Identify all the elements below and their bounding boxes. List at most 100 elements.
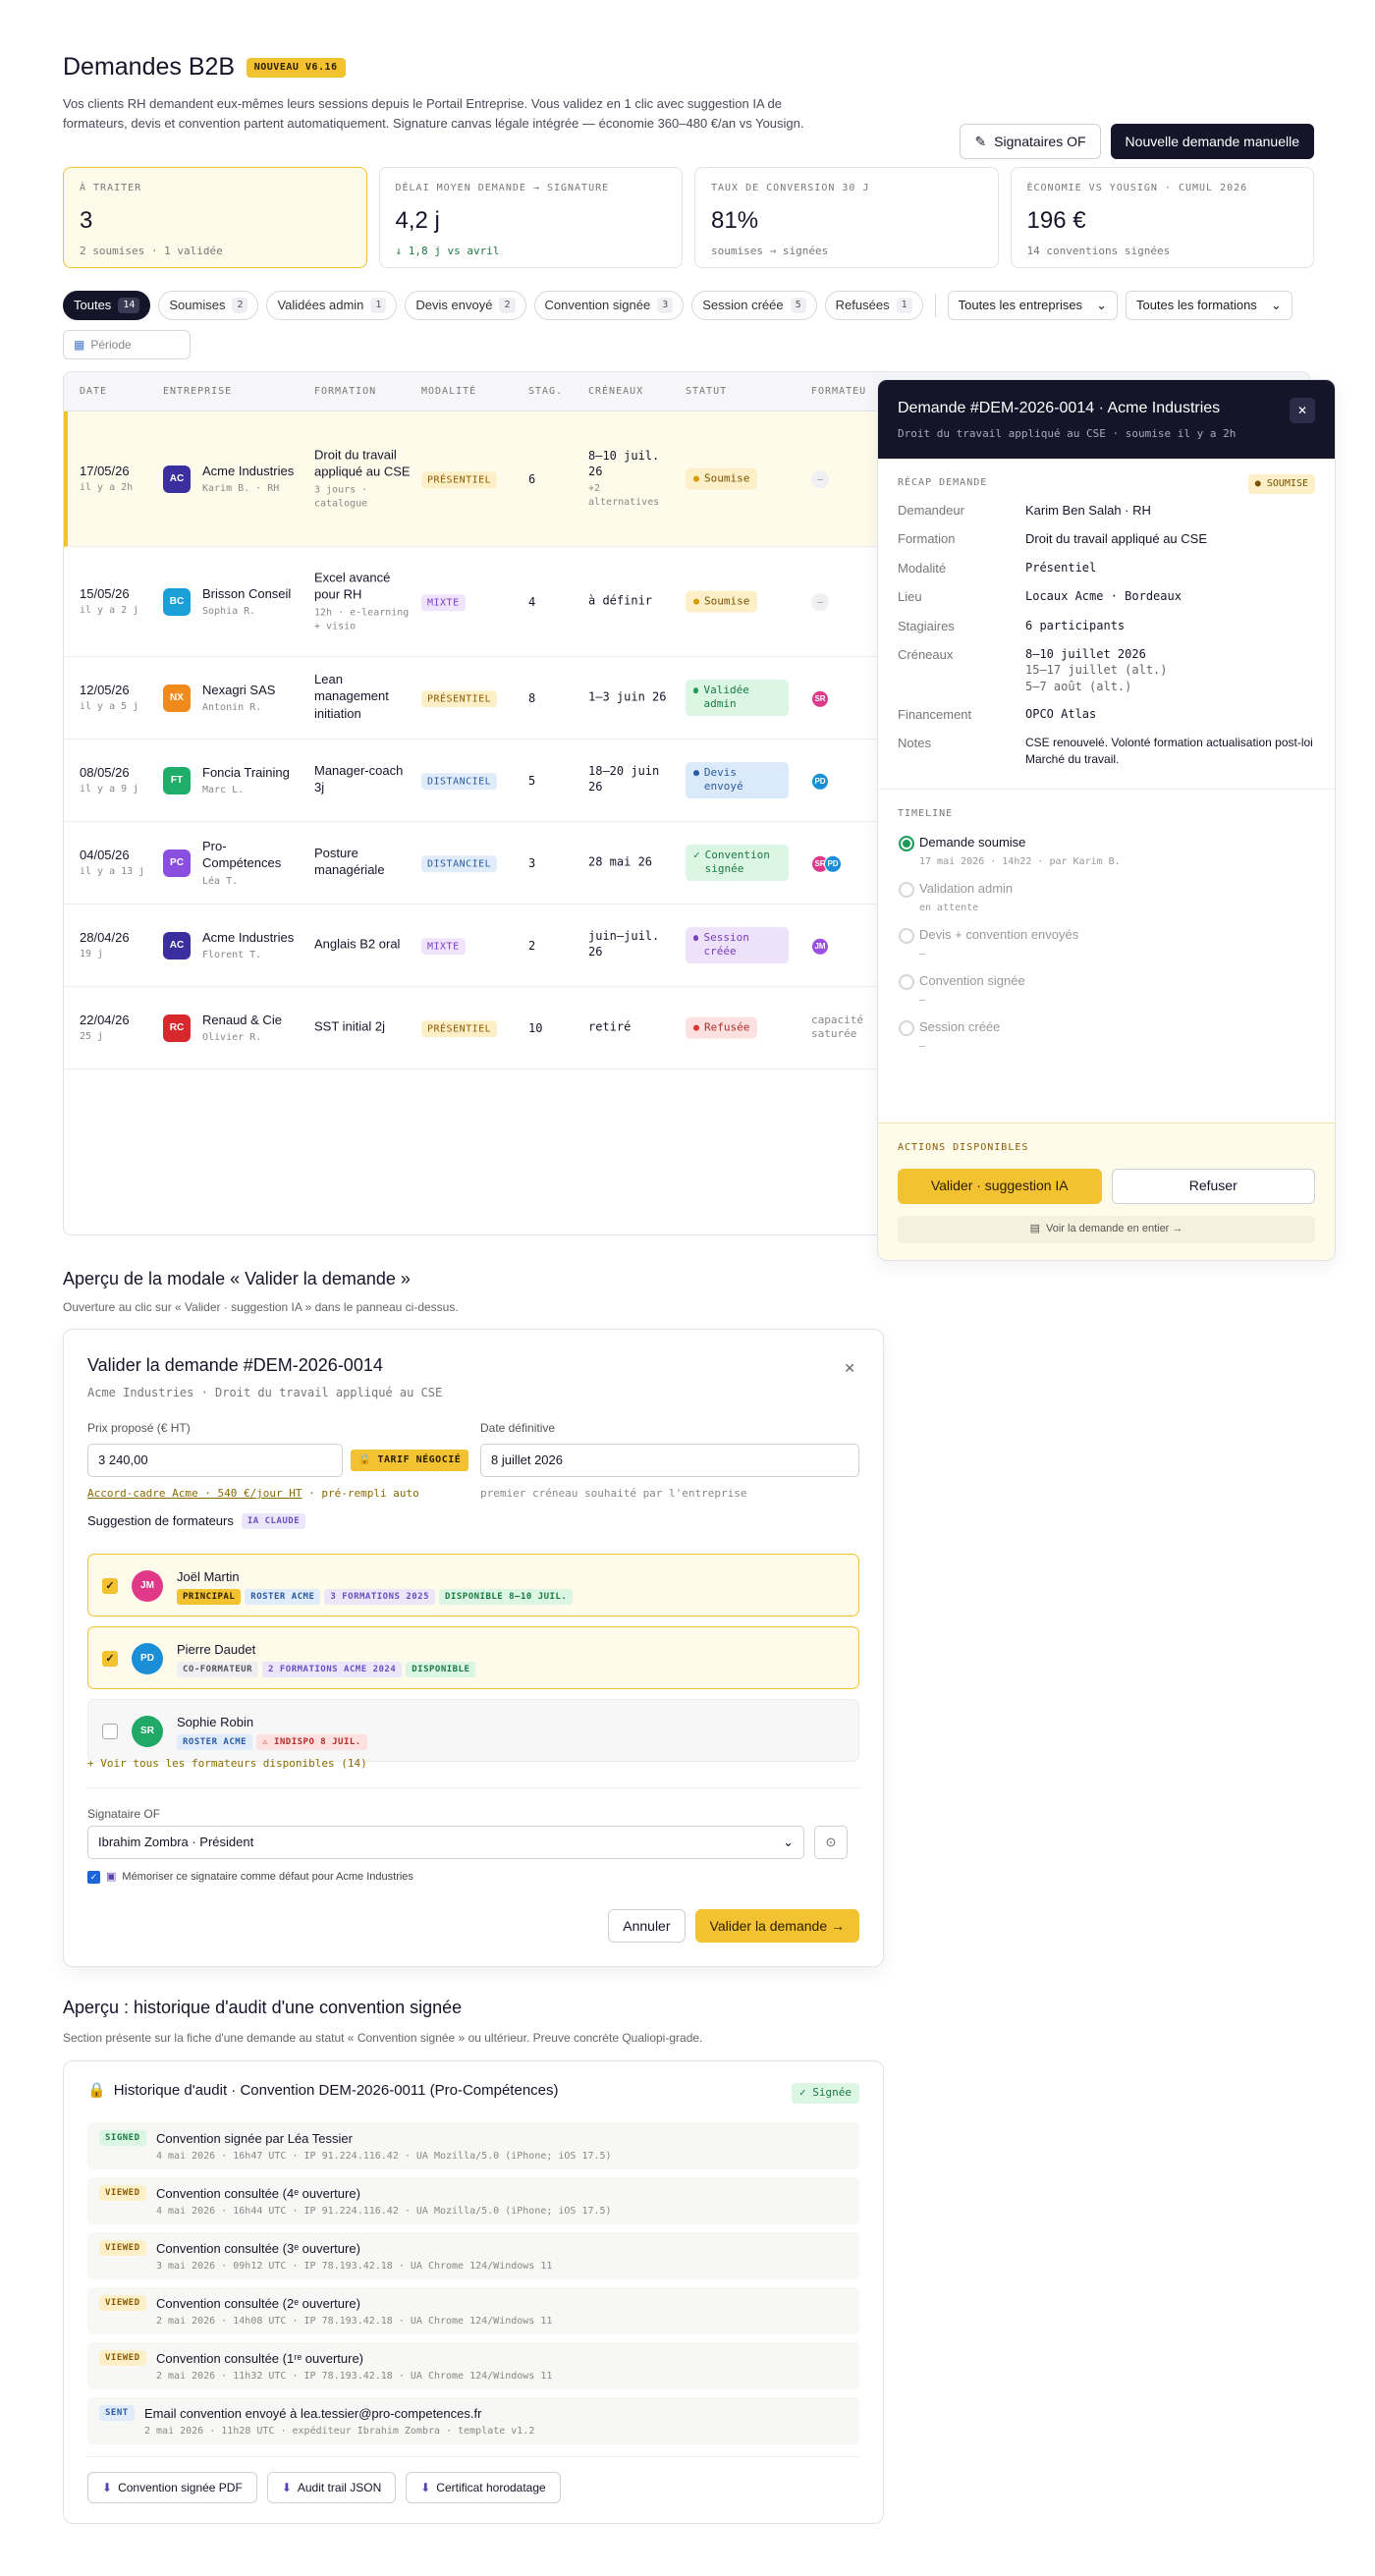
divider — [87, 1787, 859, 1788]
company-avatar: PC — [163, 849, 191, 877]
trainer-avatar: JM — [811, 937, 829, 956]
close-icon[interactable]: ✕ — [1290, 398, 1315, 423]
cancel-button[interactable]: Annuler — [608, 1909, 686, 1943]
document-icon: ▤ — [1029, 1223, 1040, 1235]
validate-modal: Valider la demande #DEM-2026-0014 Acme I… — [63, 1329, 884, 1967]
detail-panel: Demande #DEM-2026-0014 · Acme Industries… — [877, 379, 1336, 1261]
trainer-option[interactable]: ✓ JM Joël Martin PRINCIPAL ROSTER ACME 3 F… — [87, 1554, 859, 1617]
company-avatar: NX — [163, 684, 191, 712]
filter-chip-convention[interactable]: Convention signée 3 — [533, 291, 685, 320]
kpi-card: TAUX DE CONVERSION 30 J 81% soumises → s… — [694, 167, 999, 268]
audit-event: VIEWED Convention consultée (1ʳᵉ ouvertu… — [87, 2342, 859, 2389]
select-entreprises[interactable]: Toutes les entreprises ⌄ — [947, 291, 1118, 320]
modal-section-title: Aperçu de la modale « Valider la demande… — [63, 1269, 411, 1288]
filter-chip-toutes[interactable]: Toutes 14 — [63, 291, 151, 320]
filter-chip-refusees[interactable]: Refusées 1 — [824, 291, 923, 320]
modal-title: Valider la demande #DEM-2026-0014 — [87, 1355, 383, 1375]
filter-chip-session[interactable]: Session créée 5 — [691, 291, 817, 320]
signataire-select[interactable]: Ibrahim Zombra · Président ⌄ — [87, 1826, 804, 1859]
save-icon: ▣ — [106, 1871, 117, 1883]
trainer-option[interactable]: SR Sophie Robin ROSTER ACME ⚠ INDISPO 8 J… — [87, 1699, 859, 1762]
trainer-cell: – — [811, 469, 829, 489]
trainer-checkbox[interactable] — [102, 1724, 118, 1739]
trainer-cell: SRPDSR PD — [811, 852, 842, 873]
trainer-avatar: PD — [132, 1643, 163, 1674]
formation-name: Manager-coach 3j — [314, 762, 404, 795]
modality-badge: DISTANCIEL — [421, 854, 498, 873]
filter-chip-validees[interactable]: Validées admin 1 — [266, 291, 398, 320]
panel-header: Demande #DEM-2026-0014 · Acme Industries… — [878, 380, 1335, 459]
formation-name: Posture managériale — [314, 845, 385, 877]
audit-event: VIEWED Convention consultée (3ᵉ ouvertur… — [87, 2232, 859, 2279]
download-json-button[interactable]: ⬇ Audit trail JSON — [266, 2472, 397, 2503]
timeline-step: Validation admin en attente — [899, 880, 1315, 926]
modal-subtitle: Acme Industries · Droit du travail appli… — [87, 1386, 443, 1400]
date-input[interactable]: 8 juillet 2026 — [480, 1444, 859, 1478]
divider — [87, 2456, 859, 2457]
close-icon[interactable]: ✕ — [844, 1359, 855, 1378]
select-formations[interactable]: Toutes les formations ⌄ — [1125, 291, 1292, 320]
filter-chip-devis[interactable]: Devis envoyé 2 — [405, 291, 526, 320]
trainer-cell: SRSR — [811, 687, 829, 708]
formation-name: Anglais B2 oral — [314, 936, 401, 952]
trainer-option[interactable]: ✓ PD Pierre Daudet CO-FORMATEUR 2 FORMATI… — [87, 1626, 859, 1689]
status-badge: ✓ Convention signée — [686, 844, 789, 882]
event-tag: VIEWED — [99, 2350, 146, 2367]
audit-history: 🔒 Historique d'audit · Convention DEM-202… — [63, 2060, 884, 2524]
chevron-down-icon: ⌄ — [783, 1835, 794, 1850]
trainer-checkbox[interactable]: ✓ — [102, 1578, 118, 1594]
modality-badge: DISTANCIEL — [421, 772, 498, 791]
trainer-cell: – — [811, 592, 829, 612]
trainer-checkbox[interactable]: ✓ — [102, 1651, 118, 1667]
company-name: Renaud & Cie — [202, 1012, 282, 1027]
trainer-avatar: SR — [811, 689, 829, 708]
status-badge: Devis envoyé — [686, 761, 789, 799]
remember-checkbox[interactable]: ✓ — [87, 1870, 100, 1884]
audit-event: SIGNED Convention signée par Léa Tessier… — [87, 2122, 859, 2169]
view-full-link[interactable]: ▤ Voir la demande en entier → — [898, 1215, 1315, 1243]
timeline-step: Devis + convention envoyés – — [899, 926, 1315, 972]
company-name: Pro-Compétences — [202, 838, 282, 871]
actions-section: ACTIONS DISPONIBLES Valider · suggestion… — [878, 1123, 1335, 1260]
trainer-avatar: SR — [132, 1716, 163, 1747]
modality-badge: MIXTE — [421, 937, 466, 956]
download-pdf-button[interactable]: ⬇ Convention signée PDF — [87, 2472, 257, 2503]
more-trainers-link[interactable]: + Voir tous les formateurs disponibles (… — [87, 1757, 367, 1772]
formation-name: Lean management initiation — [314, 671, 389, 721]
new-request-button[interactable]: Nouvelle demande manuelle — [1110, 124, 1314, 159]
modality-badge: PRÉSENTIEL — [421, 1019, 498, 1038]
validate-ai-button[interactable]: Valider · suggestion IA — [898, 1168, 1102, 1204]
company-avatar: AC — [163, 931, 191, 959]
calendar-icon: ▦ — [74, 337, 85, 352]
download-icon: ⬇ — [420, 2480, 431, 2494]
company-name: Acme Industries — [202, 929, 295, 945]
recap-section: RÉCAP DEMANDE ● SOUMISE Demandeur Karim B… — [878, 459, 1335, 790]
info-icon[interactable]: ⊙ — [814, 1826, 848, 1859]
agreement-link[interactable]: Accord-cadre Acme · 540 €/jour HT — [87, 1487, 302, 1500]
download-certificate-button[interactable]: ⬇ Certificat horodatage — [406, 2472, 561, 2503]
event-tag: SENT — [99, 2405, 135, 2422]
panel-title: Demande #DEM-2026-0014 · Acme Industries — [898, 400, 1221, 416]
trainer-name: Sophie Robin — [177, 1715, 254, 1729]
company-name: Foncia Training — [202, 764, 290, 780]
filter-chip-soumises[interactable]: Soumises 2 — [158, 291, 259, 320]
refuse-button[interactable]: Refuser — [1111, 1168, 1315, 1204]
panel-subtitle: Droit du travail appliqué au CSE · soumi… — [898, 426, 1237, 440]
timeline-step: Convention signée – — [899, 972, 1315, 1018]
no-trainer: – — [811, 593, 829, 612]
period-input[interactable]: ▦ Période — [63, 330, 191, 359]
confirm-validate-button[interactable]: Valider la demande → — [694, 1909, 859, 1943]
kpi-card: DÉLAI MOYEN DEMANDE → SIGNATURE 4,2 j ↓ … — [378, 167, 683, 268]
page: Demandes B2B NOUVEAU V6.16 Vos clients R… — [0, 0, 1375, 2576]
trainer-name: Joël Martin — [177, 1569, 240, 1584]
signataires-button[interactable]: ✎ Signataires OF — [960, 124, 1101, 159]
price-input[interactable]: 3 240,00 — [87, 1444, 343, 1478]
formation-name: SST initial 2j — [314, 1018, 386, 1034]
page-header: Demandes B2B NOUVEAU V6.16 Vos clients R… — [63, 51, 1314, 159]
company-avatar: BC — [163, 587, 191, 616]
trainer-name: Pierre Daudet — [177, 1642, 256, 1657]
trainer-avatar: JM — [132, 1570, 163, 1602]
timeline: Demande soumise 17 mai 2026 · 14h22 · par… — [898, 834, 1315, 1065]
timeline-step: Demande soumise 17 mai 2026 · 14h22 · par… — [899, 834, 1315, 880]
modality-badge: PRÉSENTIEL — [421, 470, 498, 489]
